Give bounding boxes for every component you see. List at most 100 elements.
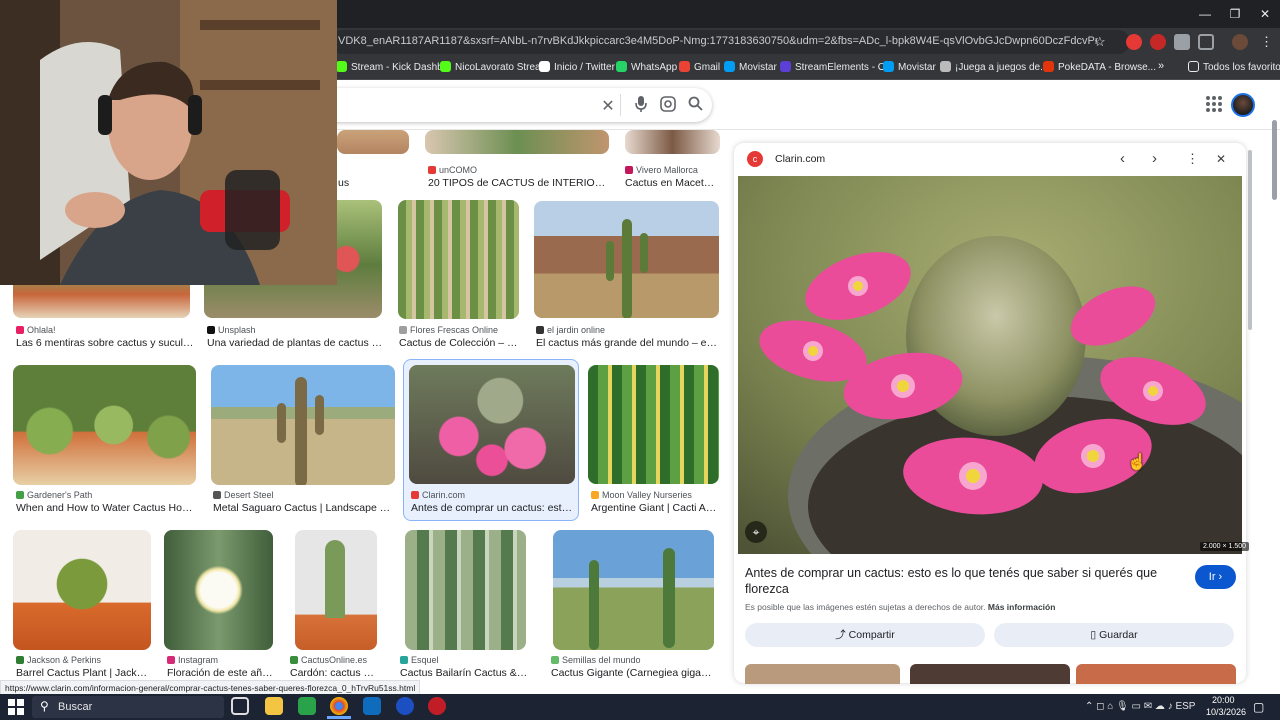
result-image[interactable] <box>398 200 519 319</box>
result-title[interactable]: El cactus más grande del mundo – el ja..… <box>536 337 719 349</box>
result-source[interactable]: Esquel <box>400 655 439 665</box>
visual-search-icon[interactable]: ⌖ <box>745 521 767 543</box>
related-image[interactable] <box>1076 664 1236 684</box>
chrome-icon[interactable] <box>330 697 348 715</box>
result-image-selected[interactable] <box>409 365 575 484</box>
profile-avatar-icon[interactable] <box>1232 34 1248 50</box>
clear-search-icon[interactable]: ✕ <box>599 96 617 116</box>
bookmark-item[interactable]: ¡Juega a juegos de... <box>940 61 1048 73</box>
result-title[interactable]: Cactus en Maceta ... <box>625 177 720 189</box>
account-avatar[interactable] <box>1231 93 1255 117</box>
result-source[interactable]: Instagram <box>167 655 218 665</box>
system-tray[interactable]: ⌃ ◻ ⌂ 🎙 ▭ ✉ ☁ ♪ ESP <box>1085 701 1195 712</box>
result-source[interactable]: Vivero Mallorca <box>625 165 698 175</box>
bookmark-item[interactable]: WhatsApp <box>616 61 677 73</box>
bookmark-item[interactable]: PokeDATA - Browse... <box>1043 61 1156 73</box>
search-icon[interactable] <box>686 96 704 116</box>
chevron-right-icon[interactable]: » <box>1158 60 1164 72</box>
panel-site-name[interactable]: Clarin.com <box>775 153 825 165</box>
result-source[interactable]: Unsplash <box>207 325 256 335</box>
minimize-icon[interactable]: — <box>1190 4 1220 24</box>
result-image[interactable] <box>295 530 377 650</box>
result-image[interactable] <box>588 365 719 484</box>
bookmark-item[interactable]: Stream - Kick Dashb... <box>336 61 451 73</box>
search-box[interactable] <box>300 88 712 122</box>
result-image[interactable] <box>625 130 720 154</box>
result-image[interactable] <box>405 530 526 650</box>
more-menu-icon[interactable]: ⋮ <box>1260 34 1273 50</box>
result-source[interactable]: Semillas del mundo <box>551 655 641 665</box>
result-title[interactable]: Floración de este año ... <box>167 667 273 679</box>
result-title[interactable]: Barrel Cactus Plant | Jackso... <box>16 667 151 679</box>
clock-time[interactable]: 20:00 <box>1212 695 1235 705</box>
preview-title[interactable]: Antes de comprar un cactus: esto es lo q… <box>745 565 1185 597</box>
windows-start-icon[interactable] <box>8 699 24 715</box>
result-source[interactable]: Clarin.com <box>411 490 465 500</box>
result-title[interactable]: Cactus Gigante (Carnegiea gigantea... <box>551 667 716 679</box>
obs-icon[interactable] <box>428 697 446 715</box>
page-scrollbar[interactable] <box>1272 120 1277 200</box>
result-title[interactable]: Argentine Giant | Cacti Aga... <box>591 502 719 514</box>
bookmark-item[interactable]: Movistar <box>724 61 777 73</box>
result-title[interactable]: Cactus Bailarín Cactus & Su... <box>400 667 528 679</box>
share-button[interactable]: ⤴ Compartir <box>745 623 985 647</box>
app-icon[interactable] <box>396 697 414 715</box>
result-source[interactable]: Jackson & Perkins <box>16 655 101 665</box>
more-info-link[interactable]: Más información <box>988 602 1056 612</box>
extension-icon[interactable] <box>1150 34 1166 50</box>
restore-icon[interactable]: ❐ <box>1220 4 1250 24</box>
microphone-icon[interactable] <box>632 96 650 117</box>
result-image[interactable] <box>337 130 409 154</box>
bookmark-item[interactable]: Movistar <box>883 61 936 73</box>
result-title[interactable]: Cardón: cactus col... <box>290 667 378 679</box>
result-image[interactable] <box>534 201 719 318</box>
related-image[interactable] <box>745 664 900 684</box>
panel-more-icon[interactable]: ⋮ <box>1186 151 1199 167</box>
close-panel-icon[interactable]: ✕ <box>1216 152 1226 166</box>
result-source[interactable]: Ohlala! <box>16 325 56 335</box>
next-result-icon[interactable]: › <box>1152 150 1157 167</box>
clock-date[interactable]: 10/3/2026 <box>1206 707 1246 717</box>
result-title[interactable]: Cactus de Colección – E... <box>399 337 519 349</box>
star-bookmark-icon[interactable]: ☆ <box>1094 34 1106 50</box>
result-source[interactable]: Moon Valley Nurseries <box>591 490 692 500</box>
result-image[interactable] <box>164 530 273 650</box>
result-title[interactable]: 20 TIPOS de CACTUS de INTERIOR - ... <box>428 177 608 189</box>
google-apps-icon[interactable] <box>1206 96 1222 112</box>
file-explorer-icon[interactable] <box>265 697 283 715</box>
result-image[interactable] <box>211 365 395 485</box>
result-title[interactable]: Antes de comprar un cactus: esto e... <box>411 502 577 514</box>
result-image[interactable] <box>13 365 196 485</box>
result-title[interactable]: Una variedad de plantas de cactus en... <box>207 337 385 349</box>
panel-scrollbar[interactable] <box>1248 150 1252 330</box>
result-image[interactable] <box>13 530 151 650</box>
result-title[interactable]: When and How to Water Cactus House... <box>16 502 196 514</box>
all-bookmarks[interactable]: Todos los favoritos <box>1188 61 1280 73</box>
result-source[interactable]: Desert Steel <box>213 490 274 500</box>
bookmark-item[interactable]: Gmail <box>679 61 720 73</box>
result-title[interactable]: Metal Saguaro Cactus | Landscape Yar... <box>213 502 395 514</box>
bookmark-item[interactable]: StreamElements - O... <box>780 61 894 73</box>
result-source[interactable]: unCOMO <box>428 165 477 175</box>
result-title[interactable]: Las 6 mentiras sobre cactus y sucule... <box>16 337 194 349</box>
extension-icon[interactable] <box>1174 34 1190 50</box>
outlook-icon[interactable] <box>363 697 381 715</box>
result-image[interactable] <box>553 530 714 650</box>
notifications-icon[interactable]: ▢ <box>1253 700 1264 714</box>
save-button[interactable]: ▯ Guardar <box>994 623 1234 647</box>
result-source[interactable]: CactusOnline.es <box>290 655 367 665</box>
visit-button[interactable]: Ir › <box>1195 565 1236 589</box>
bookmark-item[interactable]: Inicio / Twitter <box>539 61 615 73</box>
extension-icon[interactable] <box>1126 34 1142 50</box>
close-window-icon[interactable]: ✕ <box>1250 4 1280 24</box>
result-source[interactable]: Flores Frescas Online <box>399 325 498 335</box>
result-source[interactable]: Gardener's Path <box>16 490 92 500</box>
puzzle-extensions-icon[interactable] <box>1198 34 1214 50</box>
task-view-icon[interactable] <box>231 697 249 715</box>
lens-camera-icon[interactable] <box>659 96 677 117</box>
bookmark-item[interactable]: NicoLavorato Strea... <box>440 61 549 73</box>
result-image[interactable] <box>425 130 609 154</box>
store-icon[interactable] <box>298 697 316 715</box>
previous-result-icon[interactable]: ‹ <box>1120 150 1125 167</box>
result-source[interactable]: el jardin online <box>536 325 605 335</box>
